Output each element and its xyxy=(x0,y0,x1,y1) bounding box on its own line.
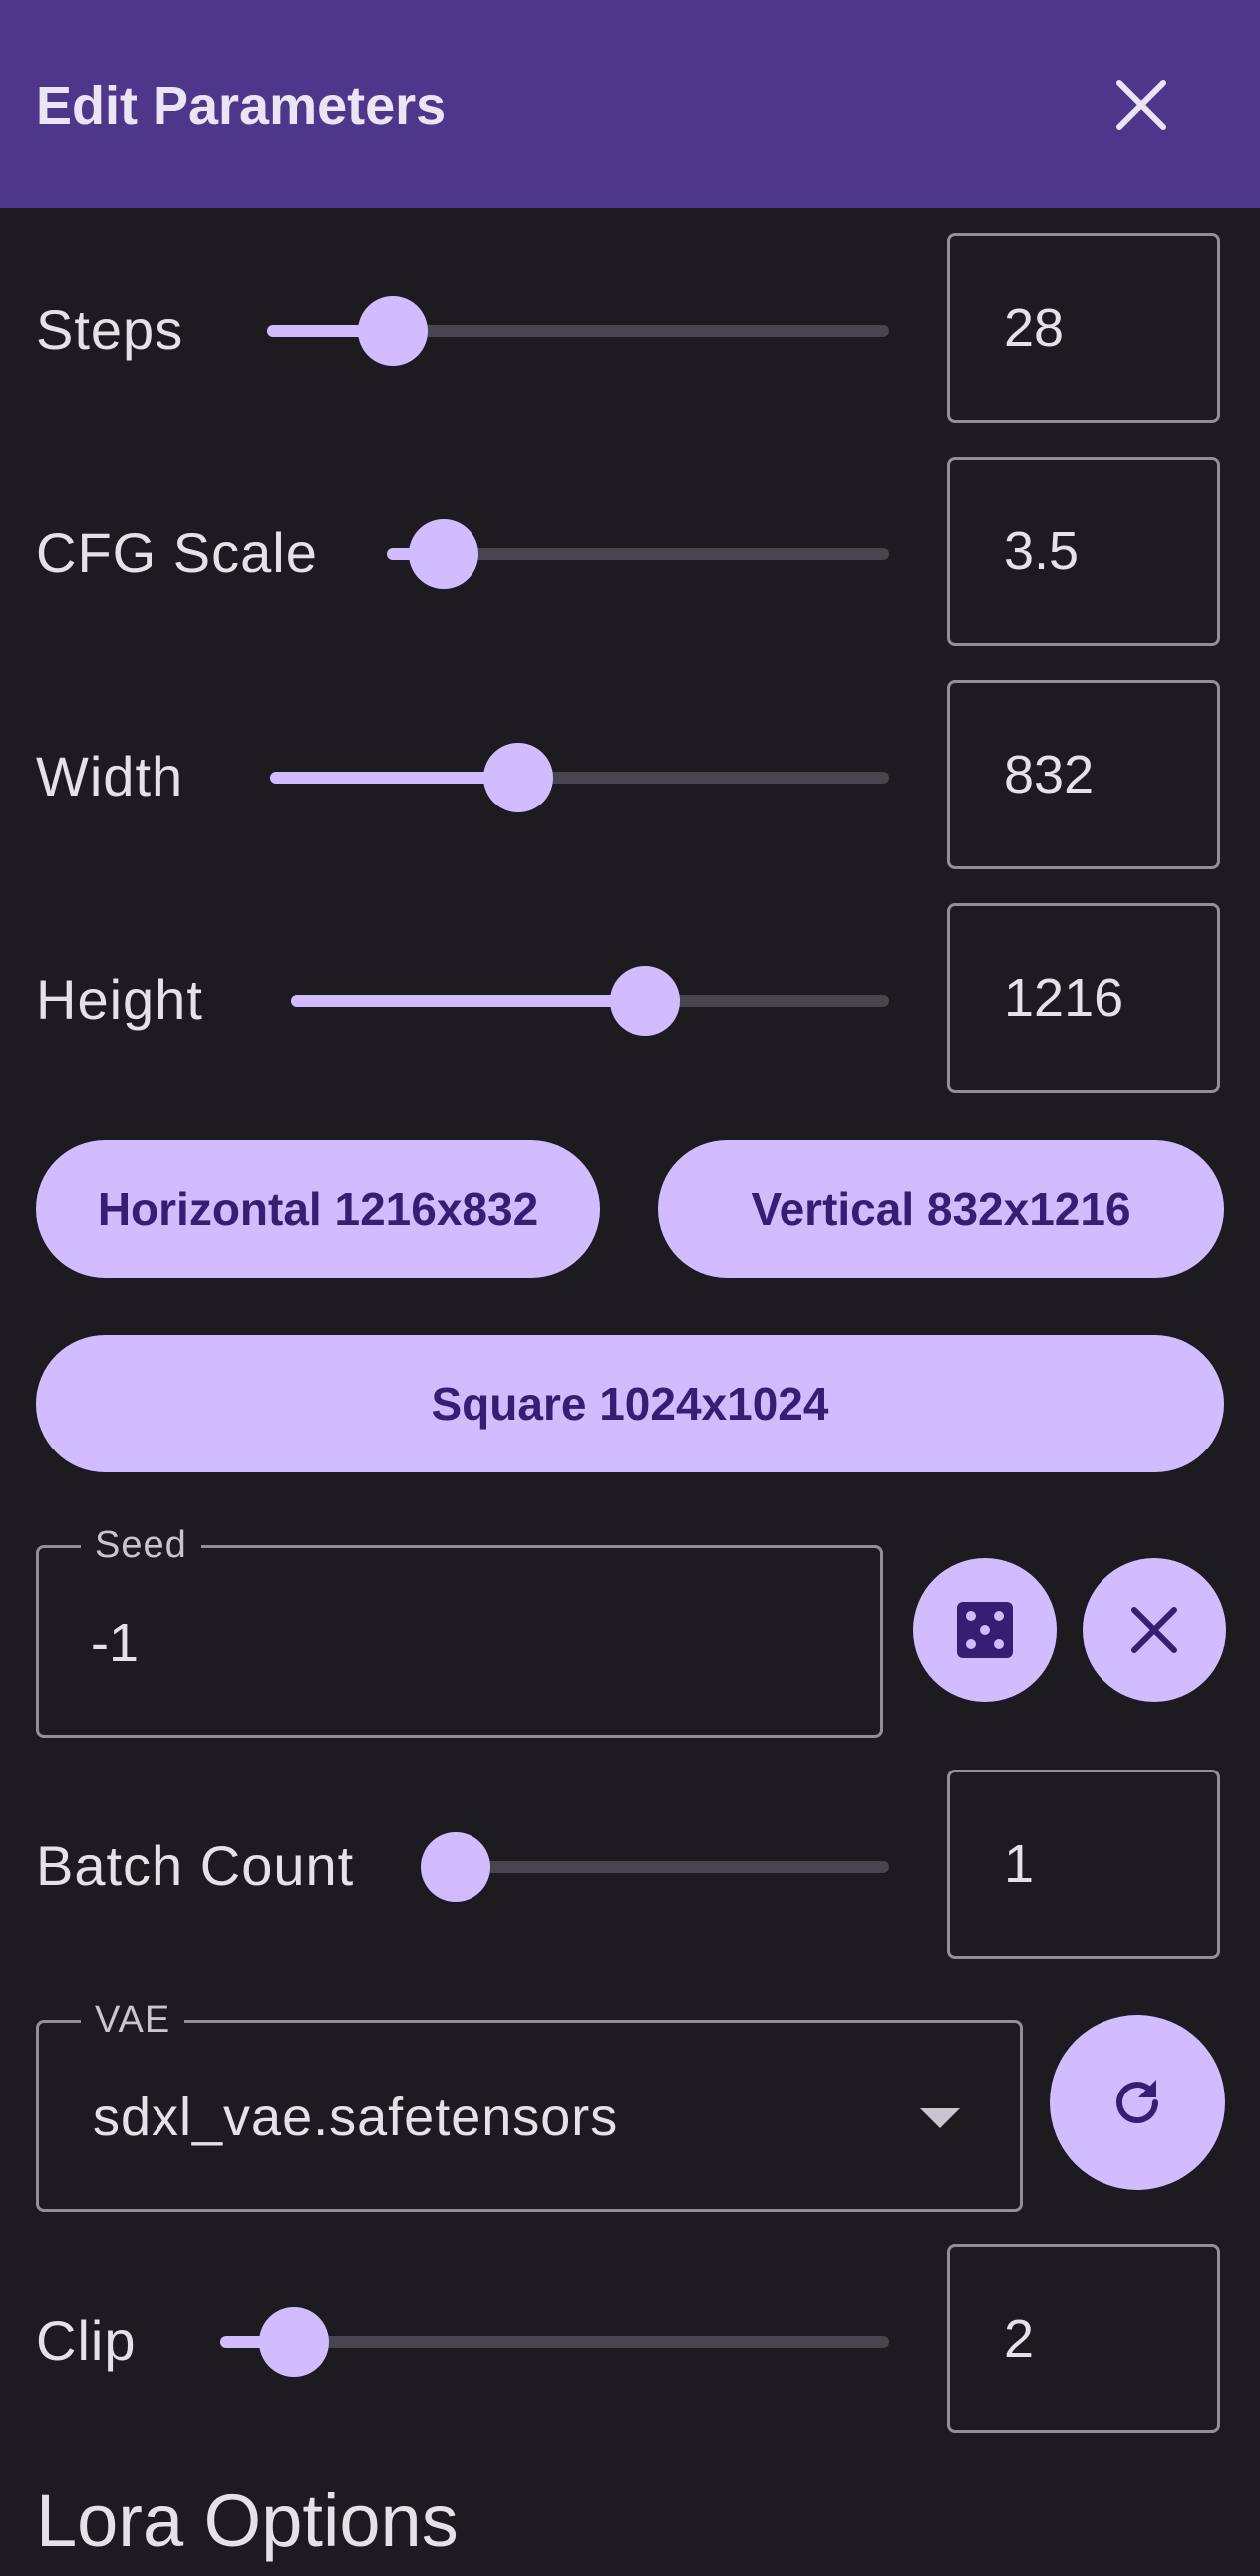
batch-count-slider[interactable] xyxy=(421,1770,889,1963)
seed-field[interactable]: Seed -1 xyxy=(36,1522,883,1738)
vae-dropdown[interactable]: VAE sdxl_vae.safetensors xyxy=(36,1997,1023,2212)
steps-slider[interactable] xyxy=(267,233,889,427)
width-value-field[interactable]: 832 xyxy=(947,680,1220,869)
width-slider-thumb[interactable] xyxy=(483,743,554,812)
seed-value: -1 xyxy=(91,1613,140,1673)
height-slider[interactable] xyxy=(291,903,889,1097)
height-value-field[interactable]: 1216 xyxy=(947,903,1220,1093)
vertical-preset-button[interactable]: Vertical 832x1216 xyxy=(658,1140,1224,1278)
close-icon xyxy=(1131,1607,1177,1653)
dice-icon xyxy=(957,1602,1013,1658)
steps-row: Steps 28 xyxy=(0,233,1260,427)
square-preset-button[interactable]: Square 1024x1024 xyxy=(36,1335,1224,1472)
steps-value-field[interactable]: 28 xyxy=(947,233,1220,423)
clear-seed-button[interactable] xyxy=(1083,1558,1226,1702)
cfg-scale-row: CFG Scale 3.5 xyxy=(0,457,1260,650)
cfg-scale-value-field[interactable]: 3.5 xyxy=(947,457,1220,646)
width-label: Width xyxy=(36,745,184,807)
close-icon xyxy=(1116,80,1166,130)
height-slider-thumb[interactable] xyxy=(610,966,680,1036)
width-slider[interactable] xyxy=(270,680,889,873)
refresh-vae-button[interactable] xyxy=(1050,2015,1225,2190)
batch-count-slider-thumb[interactable] xyxy=(421,1832,490,1902)
height-slider-active-track xyxy=(291,995,645,1007)
vae-value: sdxl_vae.safetensors xyxy=(93,2088,619,2147)
clip-label: Clip xyxy=(36,2309,137,2372)
refresh-icon xyxy=(1116,2080,1159,2124)
height-row: Height 1216 xyxy=(0,903,1260,1097)
batch-count-row: Batch Count 1 xyxy=(0,1770,1260,1963)
cfg-scale-label: CFG Scale xyxy=(36,521,318,584)
batch-count-label: Batch Count xyxy=(36,1834,355,1897)
steps-label: Steps xyxy=(36,298,184,361)
clip-row: Clip 2 xyxy=(0,2244,1260,2437)
width-row: Width 832 xyxy=(0,680,1260,873)
random-seed-button[interactable] xyxy=(913,1558,1057,1702)
top-app-bar: Edit Parameters xyxy=(0,0,1260,208)
close-button[interactable] xyxy=(1097,60,1186,150)
cfg-scale-slider[interactable] xyxy=(387,457,889,650)
steps-slider-thumb[interactable] xyxy=(357,296,428,366)
clip-value-field[interactable]: 2 xyxy=(947,2244,1220,2433)
height-label: Height xyxy=(36,968,203,1031)
horizontal-preset-button[interactable]: Horizontal 1216x832 xyxy=(36,1140,600,1278)
batch-count-value-field[interactable]: 1 xyxy=(947,1770,1220,1959)
dialog-title: Edit Parameters xyxy=(36,76,447,136)
clip-slider-thumb[interactable] xyxy=(259,2307,330,2377)
clip-slider[interactable] xyxy=(220,2244,889,2437)
dropdown-arrow-icon xyxy=(920,2108,960,2128)
lora-options-heading: Lora Options xyxy=(36,2479,459,2562)
width-slider-active-track xyxy=(270,772,519,784)
cfg-scale-slider-thumb[interactable] xyxy=(409,519,479,589)
